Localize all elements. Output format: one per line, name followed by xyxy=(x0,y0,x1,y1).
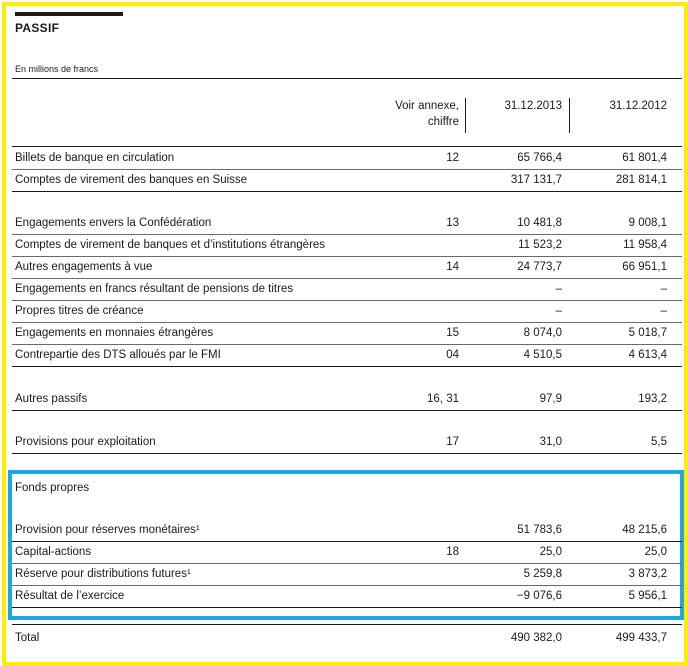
table-row: Résultat de l’exercice −9 076,6 5 956,1 xyxy=(0,590,688,608)
row-value-2013: 5 259,8 xyxy=(523,568,562,580)
row-divider xyxy=(12,278,682,279)
row-divider xyxy=(12,366,682,367)
row-value-2012: 3 873,2 xyxy=(628,568,667,580)
table-row: Autres engagements à vue 14 24 773,7 66 … xyxy=(0,261,688,279)
row-divider xyxy=(12,585,682,586)
header-rule xyxy=(12,78,682,79)
row-value-2012: 61 801,4 xyxy=(622,152,667,164)
row-value-2013: 65 766,4 xyxy=(517,152,562,164)
row-label: Autres engagements à vue xyxy=(15,261,153,273)
row-divider xyxy=(12,541,682,542)
row-divider xyxy=(12,410,682,411)
row-value-2012: 66 951,1 xyxy=(622,261,667,273)
row-value-2013: 10 481,8 xyxy=(517,217,562,229)
table-row: Billets de banque en circulation 12 65 7… xyxy=(0,152,688,170)
table-row: Engagements envers la Confédération 13 1… xyxy=(0,217,688,235)
col-header-2012: 31.12.2012 xyxy=(609,100,667,112)
row-label: Autres passifs xyxy=(15,393,88,405)
row-annex: 04 xyxy=(446,349,459,361)
row-label: Engagements envers la Confédération xyxy=(15,217,212,229)
row-annex: 12 xyxy=(446,152,459,164)
row-label: Engagements en monnaies étrangères xyxy=(15,327,214,339)
row-value-2013: −9 076,6 xyxy=(516,590,562,602)
row-label: Réserve pour distributions futures¹ xyxy=(15,568,191,580)
row-value-2012: 25,0 xyxy=(644,546,667,558)
row-value-2013: 317 131,7 xyxy=(510,174,562,186)
total-label: Total xyxy=(15,632,40,644)
row-divider xyxy=(12,169,682,170)
row-label: Provision pour réserves monétaires¹ xyxy=(15,524,200,536)
row-value-2013: 4 510,5 xyxy=(523,349,562,361)
row-label: Capital-actions xyxy=(15,546,92,558)
row-annex: 16, 31 xyxy=(427,393,459,405)
row-divider xyxy=(12,300,682,301)
row-label: Propres titres de créance xyxy=(15,305,144,317)
table-row: Engagements en francs résultant de pensi… xyxy=(0,283,688,301)
row-value-2013: 25,0 xyxy=(539,546,562,558)
total-row: Total 490 382,0 499 433,7 xyxy=(0,632,688,650)
row-label: Billets de banque en circulation xyxy=(15,152,175,164)
row-divider xyxy=(12,563,682,564)
row-divider xyxy=(12,453,682,454)
row-label: Résultat de l’exercice xyxy=(15,590,125,602)
row-divider xyxy=(12,234,682,235)
table-row: Engagements en monnaies étrangères 15 8 … xyxy=(0,327,688,345)
col-header-annex: Voir annexe, chiffre xyxy=(395,100,459,128)
row-value-2013: 97,9 xyxy=(539,393,562,405)
row-value-2013: 31,0 xyxy=(539,436,562,448)
row-annex: 17 xyxy=(446,436,459,448)
row-label: Provisions pour exploitation xyxy=(15,436,156,448)
table-row: Comptes de virement de banques et d’inst… xyxy=(0,239,688,257)
row-value-2012: – xyxy=(660,305,667,317)
row-value-2012: – xyxy=(660,283,667,295)
unit-label: En millions de francs xyxy=(15,64,99,74)
row-value-2012: 9 008,1 xyxy=(628,217,667,229)
row-label: Engagements en francs résultant de pensi… xyxy=(15,283,294,295)
row-label: Comptes de virement de banques et d’inst… xyxy=(15,239,326,251)
row-value-2012: 5,5 xyxy=(651,436,667,448)
row-value-2013: 24 773,7 xyxy=(517,261,562,273)
row-value-2013: 11 523,2 xyxy=(518,239,562,251)
row-value-2013: 8 074,0 xyxy=(523,327,562,339)
row-value-2012: 281 814,1 xyxy=(615,174,667,186)
row-annex: 13 xyxy=(446,217,459,229)
row-value-2013: – xyxy=(555,283,562,295)
table-row: Contrepartie des DTS alloués par le FMI … xyxy=(0,349,688,367)
table-row: Autres passifs 16, 31 97,9 193,2 xyxy=(0,393,688,411)
total-value-2012: 499 433,7 xyxy=(615,632,667,644)
page-title: PASSIF xyxy=(15,21,60,35)
row-value-2013: – xyxy=(555,305,562,317)
row-value-2012: 193,2 xyxy=(638,393,667,405)
row-value-2012: 5 956,1 xyxy=(628,590,667,602)
table-row: Provisions pour exploitation 17 31,0 5,5 xyxy=(0,436,688,454)
row-annex: 14 xyxy=(446,261,459,273)
row-value-2012: 4 613,4 xyxy=(628,349,667,361)
total-top-rule xyxy=(12,624,682,625)
row-label: Contrepartie des DTS alloués par le FMI xyxy=(15,349,221,361)
row-annex: 18 xyxy=(446,546,459,558)
table-row: Propres titres de créance – – xyxy=(0,305,688,323)
col-divider-1 xyxy=(465,98,466,133)
table-row: Réserve pour distributions futures¹ 5 25… xyxy=(0,568,688,586)
row-divider xyxy=(12,322,682,323)
row-label: Comptes de virement des banques en Suiss… xyxy=(15,174,248,186)
row-value-2012: 5 018,7 xyxy=(628,327,667,339)
table-row: Provision pour réserves monétaires¹ 51 7… xyxy=(0,524,688,542)
row-annex: 15 xyxy=(446,327,459,339)
col-header-2013: 31.12.2013 xyxy=(504,100,562,112)
table-header-rule xyxy=(12,146,682,147)
row-divider xyxy=(12,607,682,608)
row-divider xyxy=(12,256,682,257)
row-value-2013: 51 783,6 xyxy=(517,524,562,536)
equity-section-title: Fonds propres xyxy=(15,482,90,494)
table-row: Capital-actions 18 25,0 25,0 xyxy=(0,546,688,564)
row-value-2012: 11 958,4 xyxy=(623,239,667,251)
row-value-2012: 48 215,6 xyxy=(622,524,667,536)
col-divider-2 xyxy=(569,98,570,133)
table-row: Comptes de virement des banques en Suiss… xyxy=(0,174,688,192)
total-value-2013: 490 382,0 xyxy=(510,632,562,644)
row-divider xyxy=(12,191,682,192)
row-divider xyxy=(12,344,682,345)
title-rule xyxy=(15,12,123,16)
